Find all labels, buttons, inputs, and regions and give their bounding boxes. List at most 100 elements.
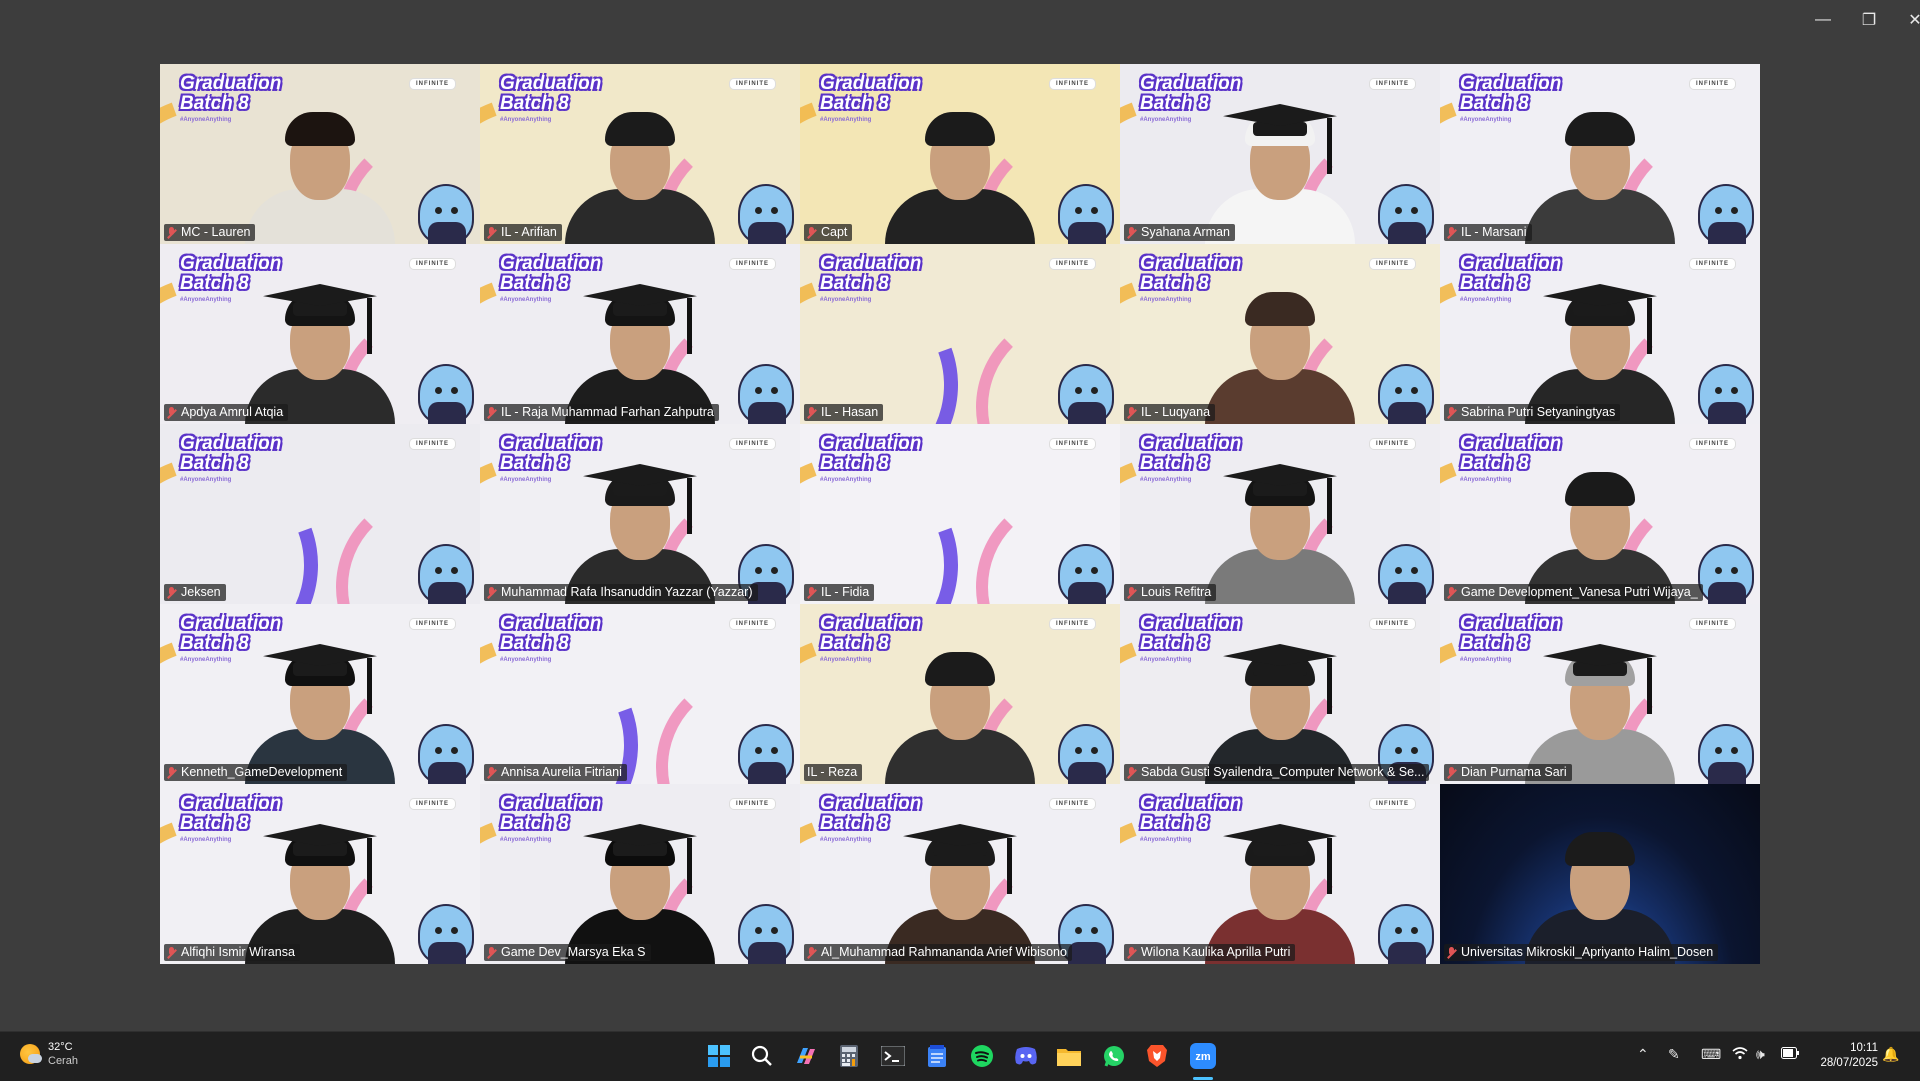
participant-name: Apdya Amrul Atqia <box>181 405 284 419</box>
participant-name: IL - Reza <box>807 765 858 779</box>
participant-video-tile[interactable]: Graduation Batch 8 #AnyoneAnything INFINITE… <box>1120 244 1440 424</box>
participant-video-tile[interactable]: Graduation Batch 8 #AnyoneAnything INFINITE… <box>480 784 800 964</box>
calculator-icon <box>840 1045 858 1067</box>
muted-microphone-icon <box>487 406 497 419</box>
keyboard-icon[interactable]: ⌨ <box>1701 1046 1721 1063</box>
muted-microphone-icon <box>487 586 497 599</box>
mascot-icon <box>728 354 796 424</box>
discord-button[interactable] <box>1011 1041 1041 1071</box>
participant-name: Game Dev_Marsya Eka S <box>501 945 646 959</box>
participant-name: Dian Purnama Sari <box>1461 765 1567 779</box>
partner-logo: INFINITE <box>1689 258 1736 270</box>
participant-name-label: Game Development_Vanesa Putri Wijaya_ <box>1444 584 1703 601</box>
battery-icon[interactable] <box>1781 1046 1799 1062</box>
participant-video-tile[interactable]: Graduation Batch 8 #AnyoneAnything INFINITE… <box>1120 604 1440 784</box>
muted-microphone-icon <box>1447 766 1457 779</box>
participant-name-label: Syahana Arman <box>1124 224 1235 241</box>
participant-video-tile[interactable]: Graduation Batch 8 #AnyoneAnything INFINITE… <box>480 424 800 604</box>
discord-icon <box>1015 1047 1037 1065</box>
participant-name-label: Apdya Amrul Atqia <box>164 404 289 421</box>
copilot-icon <box>797 1048 815 1064</box>
mascot-icon <box>1048 174 1116 244</box>
participant-video-feed <box>885 89 1035 244</box>
mascot-icon <box>1688 174 1756 244</box>
participant-video-tile[interactable]: Graduation Batch 8 #AnyoneAnything INFINITE… <box>800 244 1120 424</box>
search-button[interactable] <box>747 1041 777 1071</box>
participant-video-tile[interactable]: Graduation Batch 8 #AnyoneAnything INFINITE… <box>1120 784 1440 964</box>
notification-bell-icon[interactable]: 🔔 <box>1882 1046 1899 1063</box>
start-button[interactable] <box>704 1041 734 1071</box>
restore-button[interactable]: ❐ <box>1846 0 1892 40</box>
participant-video-tile[interactable]: Graduation Batch 8 #AnyoneAnything INFINITE… <box>160 424 480 604</box>
participant-name: Alfiqhi Ismir Wiransa <box>181 945 295 959</box>
muted-microphone-icon <box>167 226 177 239</box>
participant-video-tile[interactable]: Graduation Batch 8 #AnyoneAnything INFINITE… <box>160 784 480 964</box>
participant-video-tile[interactable]: Graduation Batch 8 #AnyoneAnything INFINITE… <box>800 64 1120 244</box>
close-icon: ✕ <box>1908 12 1920 29</box>
participant-video-tile[interactable]: Graduation Batch 8 #AnyoneAnything INFINITE… <box>1120 424 1440 604</box>
notepad-button[interactable] <box>922 1041 952 1071</box>
participant-video-tile[interactable]: Graduation Batch 8 #AnyoneAnything INFINITE… <box>1440 64 1760 244</box>
participant-video-tile[interactable]: Graduation Batch 8 #AnyoneAnything INFINITE… <box>800 784 1120 964</box>
logo-line1: Graduation <box>180 433 282 454</box>
logo-hashtag: #AnyoneAnything <box>500 657 552 663</box>
windows-start-icon <box>708 1045 730 1067</box>
brave-browser-button[interactable] <box>1142 1041 1172 1071</box>
participant-video-tile[interactable]: Graduation Batch 8 #AnyoneAnything INFINITE… <box>480 604 800 784</box>
participant-name: Syahana Arman <box>1141 225 1230 239</box>
terminal-button[interactable] <box>878 1041 908 1071</box>
participant-name: Louis Refitra <box>1141 585 1212 599</box>
close-button[interactable]: ✕ <box>1892 0 1920 40</box>
zoom-button[interactable]: zm <box>1186 1041 1220 1071</box>
spotify-button[interactable] <box>967 1041 997 1071</box>
participant-video-tile[interactable]: Graduation Batch 8 #AnyoneAnything INFINITE… <box>1440 244 1760 424</box>
participant-video-tile[interactable]: Graduation Batch 8 #AnyoneAnything INFINITE… <box>1440 604 1760 784</box>
participant-name: Universitas Mikroskil_Apriyanto Halim_Do… <box>1461 945 1714 959</box>
mascot-icon <box>1368 534 1436 604</box>
show-hidden-icons-chevron-icon[interactable]: ⌃ <box>1637 1046 1649 1063</box>
participant-name: Game Development_Vanesa Putri Wijaya_ <box>1461 585 1698 599</box>
muted-microphone-icon <box>1447 946 1457 959</box>
search-icon <box>751 1045 772 1066</box>
participant-video-tile[interactable]: Graduation Batch 8 #AnyoneAnything INFINITE… <box>160 244 480 424</box>
participant-video-tile[interactable]: Graduation Batch 8 #AnyoneAnything INFINITE… <box>1440 424 1760 604</box>
copilot-button[interactable] <box>791 1041 821 1071</box>
participant-video-tile[interactable]: Graduation Batch 8 #AnyoneAnything INFINITE… <box>1120 64 1440 244</box>
muted-microphone-icon <box>807 226 817 239</box>
pen-input-icon[interactable]: ✎ <box>1668 1046 1680 1063</box>
participant-name-label: Sabrina Putri Setyaningtyas <box>1444 404 1621 421</box>
participant-video-tile[interactable]: Graduation Batch 8 #AnyoneAnything INFINITE… <box>480 64 800 244</box>
participant-video-feed <box>245 269 395 424</box>
participant-video-tile[interactable]: Graduation Batch 8 #AnyoneAnything INFINITE… <box>480 244 800 424</box>
participant-name: MC - Lauren <box>181 225 251 239</box>
wifi-icon[interactable] <box>1732 1046 1748 1063</box>
participant-name-label: IL - Arifian <box>484 224 562 241</box>
partner-logo: INFINITE <box>409 438 456 450</box>
participant-name-label: Jeksen <box>164 584 226 601</box>
participant-name-label: IL - Reza <box>804 764 863 781</box>
volume-icon[interactable]: 🕪 <box>1756 1046 1765 1063</box>
calculator-button[interactable] <box>834 1041 864 1071</box>
muted-microphone-icon <box>167 766 177 779</box>
participant-video-feed <box>1525 449 1675 604</box>
participant-video-tile[interactable]: Graduation Batch 8 #AnyoneAnything INFINITE… <box>160 604 480 784</box>
muted-microphone-icon <box>167 406 177 419</box>
minimize-button[interactable]: — <box>1800 0 1846 40</box>
logo-hashtag: #AnyoneAnything <box>180 477 232 483</box>
system-clock[interactable]: 10:11 28/07/2025 <box>1820 1041 1878 1071</box>
participant-video-tile[interactable]: Universitas Mikroskil_Apriyanto Halim_Do… <box>1440 784 1760 964</box>
participant-video-feed <box>565 449 715 604</box>
mascot-icon <box>408 894 476 964</box>
participant-video-tile[interactable]: Graduation Batch 8 #AnyoneAnything INFINITE… <box>800 604 1120 784</box>
whatsapp-button[interactable] <box>1099 1041 1129 1071</box>
participant-video-feed <box>245 809 395 964</box>
participant-video-tile[interactable]: Graduation Batch 8 #AnyoneAnything INFINITE… <box>160 64 480 244</box>
partner-logo: INFINITE <box>1049 78 1096 90</box>
file-explorer-button[interactable] <box>1054 1041 1084 1071</box>
weather-widget[interactable]: 32°C Cerah <box>20 1040 78 1068</box>
clock-date: 28/07/2025 <box>1820 1057 1878 1069</box>
muted-microphone-icon <box>807 946 817 959</box>
participant-name-label: Dian Purnama Sari <box>1444 764 1572 781</box>
participant-video-tile[interactable]: Graduation Batch 8 #AnyoneAnything INFINITE… <box>800 424 1120 604</box>
gallery-view-grid: Graduation Batch 8 #AnyoneAnything INFINITE… <box>160 64 1760 964</box>
